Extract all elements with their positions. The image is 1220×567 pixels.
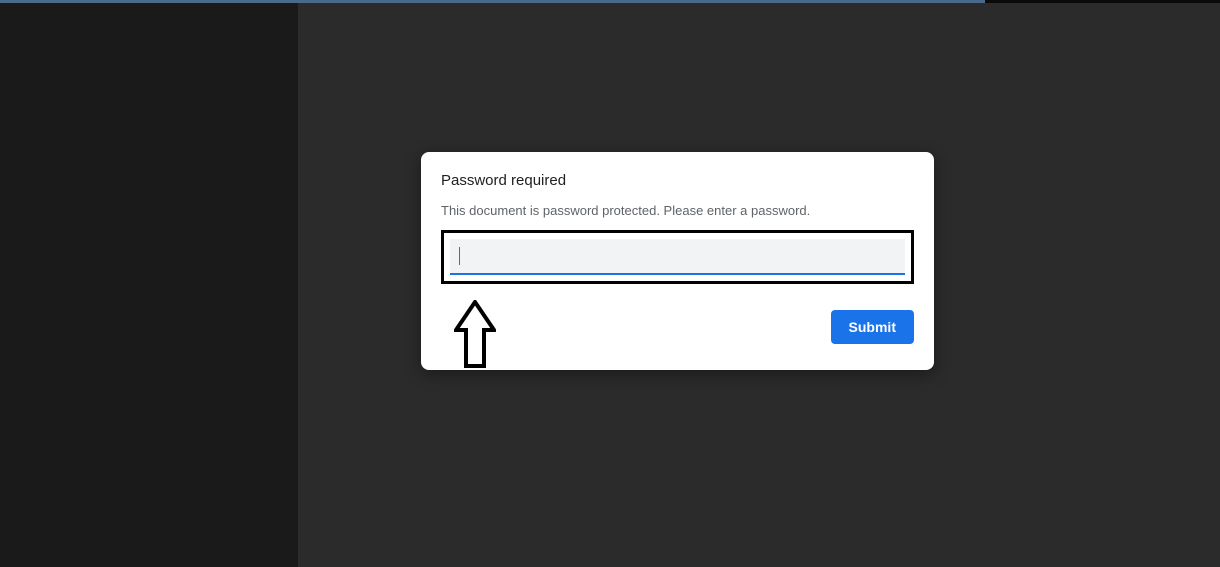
text-cursor <box>459 247 460 265</box>
input-highlight-frame <box>441 230 914 284</box>
dialog-subtitle: This document is password protected. Ple… <box>441 203 914 218</box>
dialog-actions: Submit <box>441 310 914 344</box>
submit-button[interactable]: Submit <box>831 310 914 344</box>
password-input[interactable] <box>450 239 905 275</box>
main-content-area: Password required This document is passw… <box>298 3 1220 567</box>
sidebar-panel <box>0 3 298 567</box>
password-dialog: Password required This document is passw… <box>421 152 934 370</box>
dialog-title: Password required <box>441 172 914 189</box>
